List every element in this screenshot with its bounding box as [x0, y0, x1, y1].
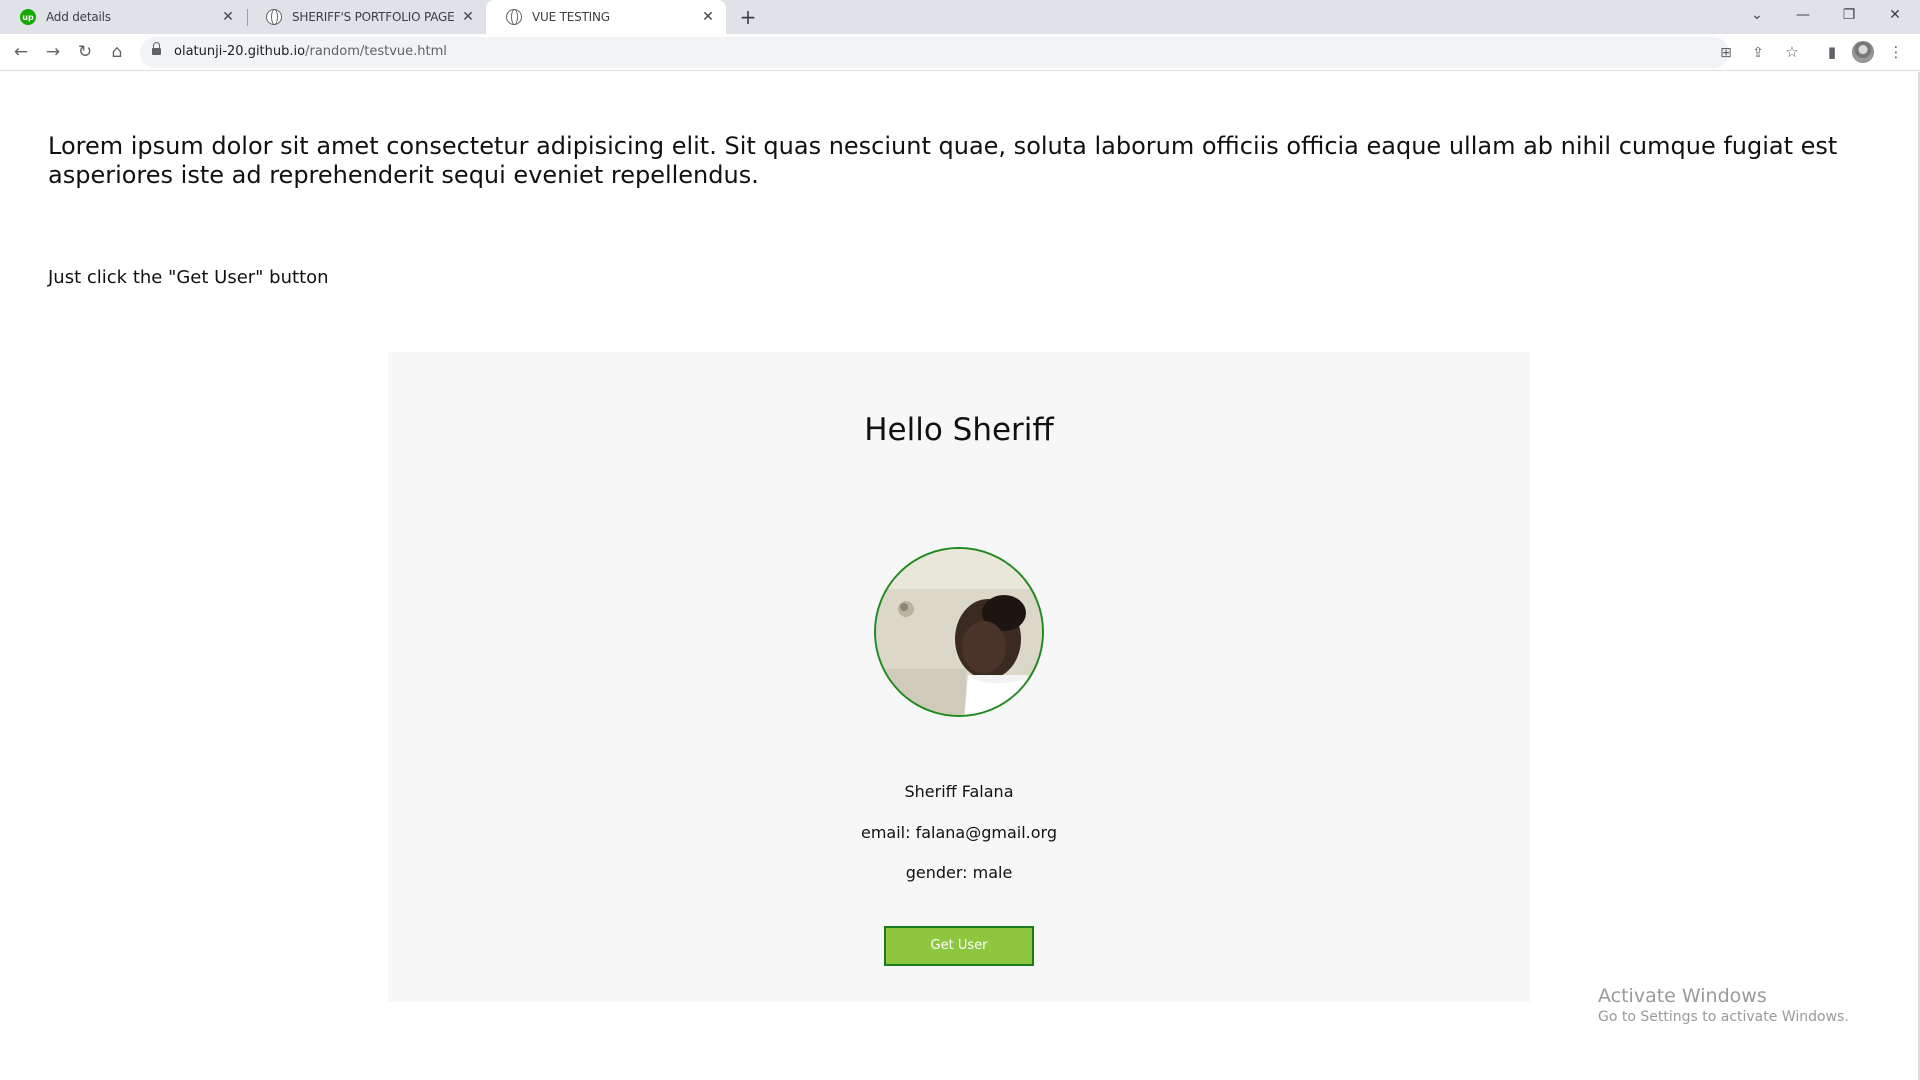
- globe-icon: [266, 9, 282, 25]
- translate-icon[interactable]: ⊞: [1716, 43, 1736, 63]
- browser-toolbar: ← → ↻ ⌂ olatunji-20.github.io/random/tes…: [0, 34, 1920, 71]
- tab-portfolio[interactable]: SHERIFF'S PORTFOLIO PAGE ✕: [246, 0, 486, 34]
- close-icon[interactable]: ✕: [460, 9, 476, 25]
- activate-windows-watermark: Activate Windows Go to Settings to activ…: [1598, 985, 1849, 1025]
- upwork-icon: up: [20, 9, 36, 25]
- close-window-button[interactable]: ✕: [1872, 0, 1918, 30]
- intro-paragraph: Lorem ipsum dolor sit amet consectetur a…: [48, 132, 1838, 189]
- user-avatar: [874, 547, 1044, 717]
- tab-search-chevron-icon[interactable]: ⌄: [1734, 0, 1780, 30]
- tab-vue-testing[interactable]: VUE TESTING ✕: [486, 0, 726, 34]
- watermark-subtitle: Go to Settings to activate Windows.: [1598, 1009, 1849, 1025]
- reload-icon[interactable]: ↻: [73, 40, 97, 64]
- tab-strip: up Add details ✕ SHERIFF'S PORTFOLIO PAG…: [0, 0, 1920, 34]
- watermark-title: Activate Windows: [1598, 985, 1767, 1007]
- greeting-heading: Hello Sheriff: [864, 412, 1054, 448]
- menu-dots-icon[interactable]: ⋮: [1884, 40, 1908, 64]
- user-gender: gender: male: [905, 863, 1013, 882]
- user-photo-image: [876, 549, 1042, 715]
- tab-title: SHERIFF'S PORTFOLIO PAGE: [292, 10, 455, 24]
- home-icon[interactable]: ⌂: [105, 40, 129, 64]
- close-icon[interactable]: ✕: [700, 9, 716, 25]
- address-bar[interactable]: olatunji-20.github.io/random/testvue.htm…: [140, 37, 1764, 68]
- instruction-text: Just click the "Get User" button: [48, 267, 329, 288]
- url-text[interactable]: olatunji-20.github.io/random/testvue.htm…: [174, 44, 447, 59]
- close-icon[interactable]: ✕: [220, 9, 236, 25]
- back-arrow-icon[interactable]: ←: [9, 40, 33, 64]
- get-user-button[interactable]: Get User: [884, 926, 1034, 966]
- url-path: /random/testvue.html: [305, 44, 447, 59]
- profile-avatar[interactable]: [1852, 41, 1874, 63]
- share-icon[interactable]: ⇪: [1748, 43, 1768, 63]
- bookmark-star-icon[interactable]: ☆: [1780, 40, 1804, 64]
- minimize-button[interactable]: —: [1780, 0, 1826, 30]
- user-email: email: falana@gmail.org: [861, 823, 1057, 842]
- forward-arrow-icon[interactable]: →: [41, 40, 65, 64]
- url-domain: olatunji-20.github.io: [174, 44, 306, 59]
- globe-icon: [506, 9, 522, 25]
- restore-button[interactable]: ❐: [1826, 0, 1872, 30]
- user-name: Sheriff Falana: [904, 782, 1014, 801]
- tab-add-details[interactable]: up Add details ✕: [0, 0, 246, 34]
- side-panel-icon[interactable]: ▮: [1820, 40, 1844, 64]
- page-content: Lorem ipsum dolor sit amet consectetur a…: [0, 72, 1918, 1080]
- lock-icon[interactable]: [152, 42, 161, 57]
- tab-title: Add details: [46, 10, 111, 24]
- tab-title: VUE TESTING: [532, 10, 610, 24]
- user-card: Hello Sheriff Sheriff Falana email: fala…: [388, 352, 1530, 1002]
- new-tab-button[interactable]: +: [736, 5, 760, 29]
